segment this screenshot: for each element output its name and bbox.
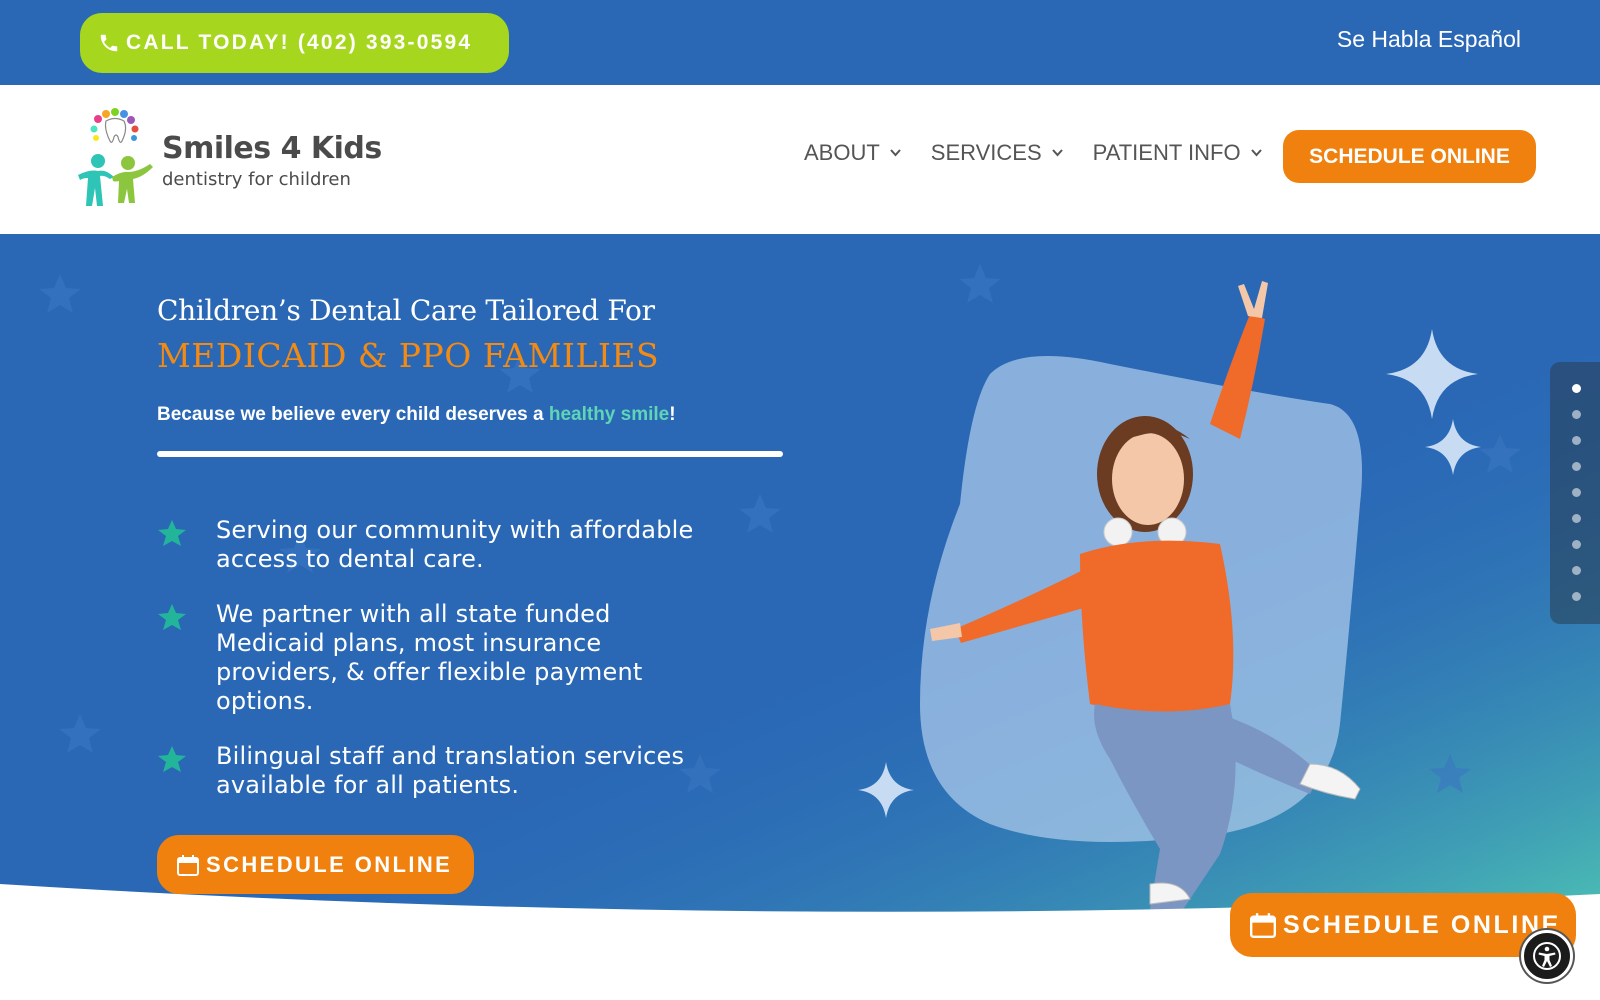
schedule-online-label: SCHEDULE ONLINE	[206, 851, 453, 877]
chevron-down-icon	[1250, 149, 1262, 157]
logo-title: Smiles 4 Kids	[162, 131, 382, 166]
hero-tagline: Because we believe every child deserves …	[157, 404, 676, 426]
slider-dot[interactable]	[1572, 462, 1581, 471]
tagline-highlight: healthy smile	[548, 404, 670, 425]
nav-item-about[interactable]: ABOUT	[804, 140, 901, 166]
feature-list: Serving our community with affordable ac…	[157, 516, 717, 826]
slider-dot[interactable]	[1572, 540, 1581, 549]
girl-jumping-photo	[930, 281, 1361, 914]
accessibility-icon	[1533, 942, 1561, 970]
call-today-label: CALL TODAY! (402) 393-0594	[126, 31, 473, 54]
star-icon	[158, 520, 186, 546]
slider-dot[interactable]	[1572, 592, 1581, 601]
call-today-button[interactable]: CALL TODAY! (402) 393-0594	[80, 13, 509, 73]
hero-divider	[157, 451, 783, 457]
feature-item: We partner with all state funded Medicai…	[157, 600, 717, 716]
nav-item-label: ABOUT	[804, 140, 880, 165]
site-logo[interactable]: Smiles 4 Kids dentistry for children	[74, 105, 382, 215]
slider-dots	[1550, 362, 1600, 624]
top-bar: CALL TODAY! (402) 393-0594 Se Habla Espa…	[0, 0, 1600, 85]
nav-item-services[interactable]: SERVICES	[931, 140, 1063, 166]
schedule-online-label: SCHEDULE ONLINE	[1283, 910, 1561, 939]
slider-dot[interactable]	[1572, 566, 1581, 575]
nav-item-label: SERVICES	[930, 140, 1042, 165]
nav-item-label: PATIENT INFO	[1092, 140, 1241, 165]
feature-text: Serving our community with affordable ac…	[216, 516, 694, 573]
feature-text: We partner with all state funded Medicai…	[216, 600, 643, 715]
tagline-suffix: !	[669, 404, 676, 425]
accessibility-button[interactable]	[1521, 930, 1573, 982]
main-nav: ABOUT SERVICES PATIENT INFO	[804, 140, 1262, 166]
hero-title: Children’s Dental Care Tailored For	[157, 294, 655, 327]
schedule-online-hero-button[interactable]: SCHEDULE ONLINE	[157, 835, 474, 894]
schedule-online-header-button[interactable]: SCHEDULE ONLINE	[1283, 130, 1536, 183]
slider-dot[interactable]	[1572, 488, 1581, 497]
hero-section: Children’s Dental Care Tailored For MEDI…	[0, 234, 1600, 914]
calendar-icon	[1250, 913, 1276, 938]
site-header: Smiles 4 Kids dentistry for children ABO…	[0, 85, 1600, 234]
tagline-prefix: Because we believe every child deserves …	[157, 404, 549, 425]
nav-item-patient-info[interactable]: PATIENT INFO	[1093, 140, 1262, 166]
slider-dot[interactable]	[1572, 436, 1581, 445]
star-icon	[158, 604, 186, 630]
phone-icon	[100, 34, 118, 52]
hero-title-accent: MEDICAID & PPO FAMILIES	[157, 336, 660, 375]
slider-dot[interactable]	[1572, 384, 1581, 393]
feature-item: Serving our community with affordable ac…	[157, 516, 717, 574]
chevron-down-icon	[1051, 149, 1063, 157]
slider-dot[interactable]	[1572, 514, 1581, 523]
slider-dot[interactable]	[1572, 410, 1581, 419]
feature-text: Bilingual staff and translation services…	[216, 742, 685, 799]
feature-item: Bilingual staff and translation services…	[157, 742, 717, 800]
logo-mark-icon	[78, 108, 153, 206]
spanish-language-link[interactable]: Se Habla Español	[1337, 26, 1521, 53]
chevron-down-icon	[890, 149, 901, 157]
star-icon	[158, 746, 186, 772]
calendar-icon	[177, 854, 199, 876]
logo-subtitle: dentistry for children	[162, 169, 351, 190]
